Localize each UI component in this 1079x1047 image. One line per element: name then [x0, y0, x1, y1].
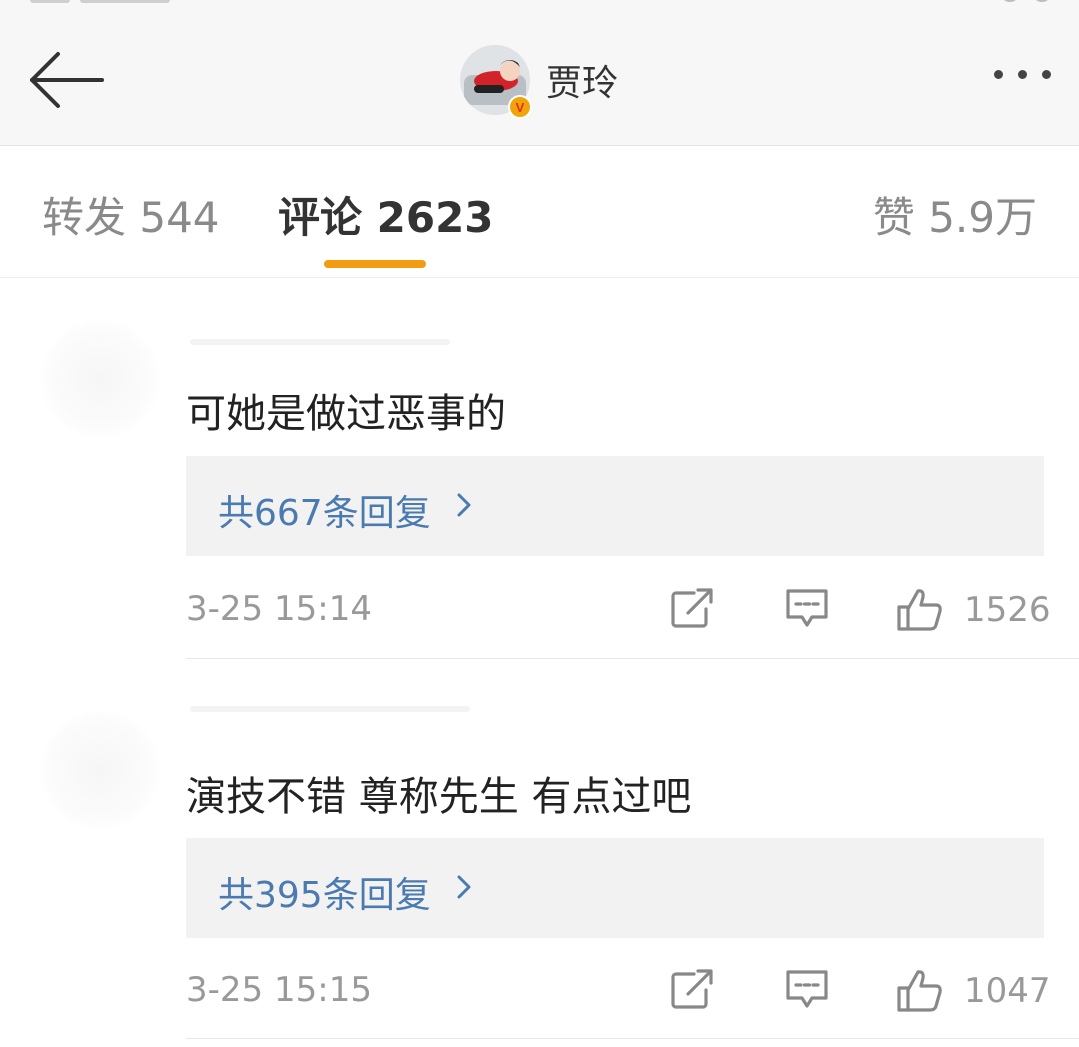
header-title[interactable]: V 贾玲: [460, 44, 619, 119]
reply-summary-link[interactable]: 共667条回复: [186, 456, 1044, 556]
commenter-name-obscured: [190, 339, 450, 345]
divider: [186, 1038, 1079, 1039]
like-button[interactable]: 1047: [896, 968, 1051, 1014]
thumbs-up-icon: [897, 589, 942, 631]
comment-item: 演技不错 尊称先生 有点过吧 共395条回复 3-25 15:15 1047: [0, 660, 1079, 1040]
comment-text: 演技不错 尊称先生 有点过吧: [186, 774, 692, 820]
thumbs-up-icon: [897, 970, 942, 1012]
share-button[interactable]: [670, 968, 716, 1014]
arrow-left-icon: [30, 52, 104, 108]
comment-meta: 3-25 15:15 1047: [186, 960, 1051, 1020]
reply-count-label: 共395条回复: [218, 875, 431, 916]
account-name: 贾玲: [546, 63, 619, 104]
commenter-avatar[interactable]: [40, 319, 160, 439]
share-icon: [671, 588, 713, 628]
verified-icon: V: [508, 95, 532, 119]
comment-icon: [786, 589, 828, 627]
top-bar: V 贾玲: [0, 0, 1079, 146]
divider: [186, 658, 1079, 659]
chevron-right-icon: [457, 875, 471, 899]
tab-reposts[interactable]: 转发 544: [42, 184, 220, 245]
active-tab-indicator: [324, 260, 426, 268]
comment-timestamp: 3-25 15:15: [186, 970, 372, 1010]
tab-bar: 转发 544 评论 2623 赞 5.9万: [0, 146, 1079, 278]
commenter-avatar[interactable]: [40, 710, 160, 830]
avatar[interactable]: V: [460, 45, 532, 119]
reply-button[interactable]: [784, 587, 830, 635]
status-bar-fragment: [30, 0, 180, 4]
like-count: 1047: [964, 971, 1051, 1011]
more-dots-icon[interactable]: [994, 70, 1051, 79]
share-icon: [671, 969, 713, 1009]
comment-timestamp: 3-25 15:14: [186, 589, 372, 629]
comment-icon: [786, 970, 828, 1008]
reply-button[interactable]: [784, 968, 830, 1016]
like-count: 1526: [964, 590, 1051, 630]
tab-likes[interactable]: 赞 5.9万: [873, 184, 1037, 245]
comment-meta: 3-25 15:14 1526: [186, 579, 1051, 639]
reply-summary-link[interactable]: 共395条回复: [186, 838, 1044, 938]
chevron-right-icon: [457, 493, 471, 517]
like-button[interactable]: 1526: [896, 587, 1051, 633]
comment-text: 可她是做过恶事的: [186, 391, 506, 437]
reply-count-label: 共667条回复: [218, 493, 431, 534]
commenter-name-obscured: [190, 706, 470, 712]
share-button[interactable]: [670, 587, 716, 633]
status-icons-fragment: [987, 0, 1051, 6]
comment-item: 可她是做过恶事的 共667条回复 3-25 15:14 1526: [0, 279, 1079, 659]
back-button[interactable]: [26, 50, 106, 110]
tab-comments[interactable]: 评论 2623: [278, 184, 494, 245]
